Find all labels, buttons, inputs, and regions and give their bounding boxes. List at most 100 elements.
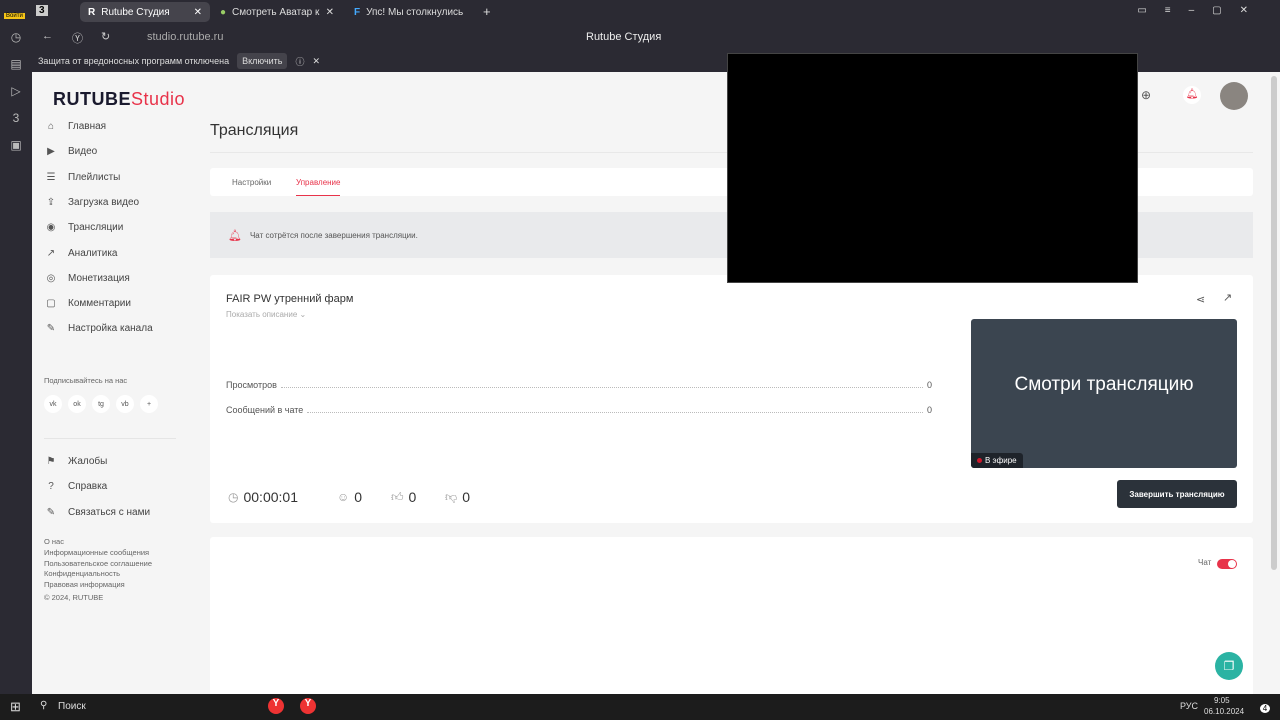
help-icon[interactable]: ⓘ — [295, 55, 304, 68]
clock-icon: ◷ — [228, 490, 239, 504]
back-icon[interactable]: ← — [42, 30, 53, 42]
notice-text: Чат сотрётся после завершения трансляции… — [249, 230, 418, 240]
notes-icon[interactable]: ▣ — [0, 132, 32, 159]
start-icon[interactable]: ⊞ — [10, 699, 21, 715]
page-title: Rutube Студия — [586, 31, 662, 43]
sidebar-item[interactable]: ⇪ Загрузка видео — [44, 197, 139, 208]
sidebar-item[interactable]: ⌂ Главная — [44, 121, 106, 132]
footer-link[interactable]: Правовая информация — [44, 580, 152, 591]
nav-icon: ◎ — [46, 272, 56, 284]
yandex-icon[interactable]: Ⓨ — [72, 30, 83, 46]
messages-value: 0 — [926, 405, 932, 415]
show-description-link[interactable]: Показать описание ⌄ — [226, 310, 306, 319]
tab-rutube[interactable]: R Rutube Студия ✕ — [80, 2, 210, 22]
sidebar-item[interactable]: ? Справка — [44, 481, 107, 492]
dislikes-value: 0 — [462, 489, 470, 505]
close-icon[interactable]: ✕ — [194, 7, 202, 18]
close-icon[interactable]: ✕ — [326, 7, 334, 18]
yandex-browser-icon[interactable]: Y — [300, 698, 316, 714]
likes-value: 0 — [408, 489, 417, 505]
footer-link[interactable]: Информационные сообщения — [44, 548, 152, 559]
enable-protection-button[interactable]: Включить — [237, 53, 288, 69]
footer-links: О нас Информационные сообщения Пользовател… — [44, 537, 152, 604]
clock-time[interactable]: 9:05 — [1214, 696, 1230, 705]
nav-icon: ✎ — [46, 506, 56, 518]
sidebar-item[interactable]: ☰ Плейлисты — [44, 171, 121, 183]
clock-date[interactable]: 06.10.2024 — [1204, 707, 1244, 716]
warning-text: Защита от вредоносных программ отключена — [38, 56, 230, 66]
support-chat-button[interactable]: ❐ — [1215, 652, 1243, 680]
rutube-studio-logo[interactable]: RUTUBEStudio — [53, 89, 185, 110]
more-icon[interactable]: + — [140, 395, 158, 413]
ok-icon[interactable]: ok — [68, 395, 86, 413]
sidebar-item-label: Монетизация — [68, 272, 130, 284]
sidebar-item[interactable]: ◉ Трансляции — [44, 222, 124, 234]
preview-text: Смотри трансляцию — [1014, 374, 1194, 395]
messages-row: Сообщений в чате 0 — [226, 405, 932, 415]
sidebar: RUTUBEStudio ⌂ Главная ▶ Видео ☰ Плейлисты ⇪ За… — [32, 72, 185, 694]
notifications-icon[interactable]: 🔔︎ — [1183, 86, 1201, 104]
tab-error[interactable]: FУпс! Мы столкнулись с н... — [346, 2, 476, 22]
stream-title: FAIR PW утренний фарм — [226, 293, 354, 305]
scrollbar[interactable] — [1271, 76, 1277, 570]
video-overlay[interactable] — [727, 53, 1138, 283]
nav-icon: ▶ — [47, 146, 55, 158]
tab-avatar[interactable]: ● Смотреть Аватар к... ✕ — [212, 2, 342, 22]
sidebar-item[interactable]: ▶ Видео — [44, 146, 97, 157]
sidebar-item[interactable]: ◎ Монетизация — [44, 273, 130, 284]
sidebar-item[interactable]: ✎ Связаться с нами — [44, 507, 150, 518]
new-tab-button[interactable]: + — [483, 4, 491, 19]
sidebar-item[interactable]: ▢ Комментарии — [44, 298, 131, 309]
viewers: ☺ 0 — [337, 489, 362, 505]
footer-link[interactable]: О нас — [44, 537, 152, 548]
sidebar-item-label: Трансляции — [68, 222, 124, 234]
collections-icon[interactable]: ▤ — [0, 51, 32, 78]
page-heading: Трансляция — [210, 122, 299, 139]
messages-label: Сообщений в чате — [226, 405, 304, 415]
tab-counter[interactable]: 3 — [36, 5, 48, 16]
sidebar-item[interactable]: ⚑ Жалобы — [44, 456, 108, 467]
social-links: vk ok tg vb + — [44, 395, 158, 413]
external-link-icon[interactable]: ↗ — [1223, 291, 1232, 304]
footer-link[interactable]: Пользовательское соглашение — [44, 559, 152, 570]
vk-icon[interactable]: vk — [44, 395, 62, 413]
nav-icon: ▢ — [46, 298, 56, 310]
stream-preview[interactable]: Смотри трансляцию В эфире — [971, 319, 1237, 468]
end-stream-button[interactable]: Завершить трансляцию — [1117, 480, 1237, 508]
footer-link[interactable]: Конфиденциальность — [44, 569, 152, 580]
reload-icon[interactable]: ↻ — [101, 30, 110, 43]
taskbar-search[interactable]: Поиск — [58, 701, 86, 712]
sidebar-item-label: Справка — [68, 481, 108, 493]
nav-icon: ⚑ — [46, 456, 56, 467]
tab-management[interactable]: Управление — [296, 178, 341, 196]
upload-icon[interactable]: ⊕ — [1141, 88, 1151, 102]
tab-settings[interactable]: Настройки — [232, 178, 271, 187]
chat-toggle[interactable] — [1217, 559, 1237, 569]
login-badge[interactable]: Войти — [4, 13, 25, 19]
yandex-browser-icon[interactable]: Y — [268, 698, 284, 714]
notifications-count[interactable]: 4 — [1260, 704, 1270, 713]
telegram-icon[interactable]: tg — [92, 395, 110, 413]
nav-icon: ⌂ — [47, 121, 55, 132]
sidebar-item-label: Главная — [68, 121, 107, 132]
nav-icon: ☰ — [46, 171, 56, 183]
nav-icon: ↗ — [46, 247, 56, 259]
duration-value: 00:00:01 — [243, 489, 298, 505]
avatar[interactable] — [1220, 82, 1248, 110]
share-icon[interactable]: ⋖ — [1196, 293, 1205, 306]
play-icon[interactable]: ▷ — [0, 78, 32, 105]
url-field[interactable]: studio.rutube.ru — [147, 31, 223, 43]
history-icon[interactable]: ◷ — [0, 24, 32, 51]
tab-label: Rutube Студия — [101, 6, 170, 18]
counter-icon[interactable]: 3 — [0, 105, 32, 132]
window-controls[interactable]: ▭≡–▢✕ — [1137, 5, 1266, 16]
dislike-icon: 👎︎ — [445, 489, 458, 504]
sidebar-item[interactable]: ✎ Настройка канала — [44, 323, 153, 334]
lang-indicator[interactable]: РУС — [1180, 701, 1198, 711]
sidebar-item[interactable]: ↗ Аналитика — [44, 248, 118, 259]
viber-icon[interactable]: vb — [116, 395, 134, 413]
close-icon[interactable]: ✕ — [312, 56, 320, 67]
nav-icon: ? — [48, 481, 54, 493]
live-badge: В эфире — [971, 453, 1023, 468]
tab-label: Упс! Мы столкнулись с н... — [366, 6, 466, 18]
